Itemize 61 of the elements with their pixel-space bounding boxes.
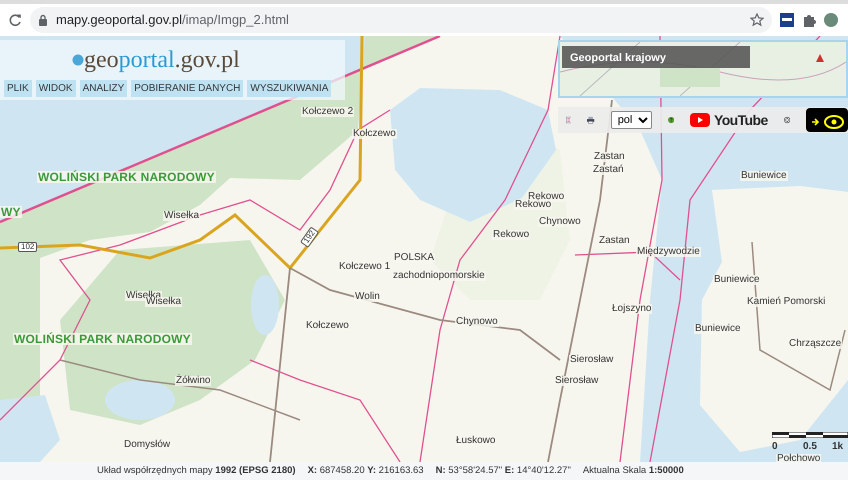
place-label: Łuskowo [455, 436, 496, 446]
url-text: mapy.geoportal.gov.pl/imap/Imgp_2.html [56, 11, 290, 30]
menu-button[interactable]: WYSZUKIWANIA [247, 80, 332, 97]
address-bar[interactable]: mapy.geoportal.gov.pl/imap/Imgp_2.html [30, 7, 772, 33]
place-label: Kołczewo [352, 129, 397, 139]
place-label: Połchowo [776, 454, 822, 462]
place-label: Zastan [593, 152, 626, 162]
place-label: Zastań [592, 165, 625, 175]
youtube-link[interactable]: YouTube [690, 110, 768, 130]
star-icon[interactable] [750, 13, 764, 27]
menu-button[interactable]: POBIERANIE DANYCH [131, 80, 244, 97]
menu-button[interactable]: WIDOK [36, 80, 76, 97]
park-label: WOLIŃSKI PARK NARODOWY [13, 333, 192, 345]
place-label: Kołczewo 1 [338, 262, 392, 272]
menu-button[interactable]: PLIK [4, 80, 32, 97]
road-number: 102 [18, 242, 38, 252]
place-label: zachodniopomorskie [392, 271, 486, 281]
place-label: Łojszyno [611, 304, 652, 314]
place-label: Żółwino [175, 376, 212, 386]
place-label: Wisełka [145, 297, 182, 307]
globe-icon [72, 54, 84, 66]
place-label: Wolin [354, 292, 381, 302]
place-label: Rekowo [492, 230, 530, 240]
place-label: Buniewice [694, 324, 742, 334]
status-text: Układ współrzędnych mapy 1992 (EPSG 2180) [97, 464, 296, 478]
place-label: Buniewice [713, 275, 761, 285]
place-label: Chynowo [455, 317, 499, 327]
place-label: Rekowo [514, 200, 552, 210]
scale-label: 1k [832, 440, 844, 454]
reload-icon[interactable] [8, 13, 22, 27]
place-label: Zastan [598, 236, 631, 246]
status-text: N: 53°58'24.57" E: 14°40'12.27" [436, 464, 571, 478]
place-label: Sierosław [554, 376, 600, 386]
place-label: Chrząszcze [788, 339, 842, 349]
park-label: WOLIŃSKI PARK NARODOWY [37, 171, 216, 183]
place-label: Kołczewo [305, 321, 350, 331]
place-label: Kołczewo 2 [301, 107, 354, 117]
place-label: Wisełka [163, 211, 200, 221]
avatar-icon[interactable] [824, 12, 838, 28]
arrow-eye-icon [810, 114, 844, 129]
place-label: Chynowo [538, 217, 582, 227]
puzzle-icon[interactable] [802, 13, 816, 27]
park-label: WY [0, 206, 22, 218]
logo[interactable]: geoportal.gov.pl [84, 48, 240, 72]
place-label: Buniewice [740, 171, 788, 181]
place-label: Kamień Pomorski [746, 297, 826, 307]
status-text: Aktualna Skala 1:50000 [582, 464, 684, 478]
place-label: Międzywodzie [636, 247, 701, 257]
overview-title: Geoportal krajowy [562, 46, 750, 68]
menu-button[interactable]: ANALIZY [80, 80, 128, 97]
status-text: X: 687458.20 Y: 216163.63 [308, 464, 424, 478]
lock-icon [38, 14, 48, 26]
contrast-button[interactable] [806, 108, 848, 132]
scale-label: 0.5 [803, 440, 817, 454]
scale-label: 0 [772, 440, 778, 454]
place-label: Sierosław [569, 355, 614, 365]
language-select[interactable]: pol [610, 111, 652, 129]
extension-icon[interactable] [780, 13, 794, 27]
place-label: Domysłów [123, 440, 172, 450]
place-label: POLSKA [393, 253, 436, 263]
play-icon [690, 113, 710, 127]
